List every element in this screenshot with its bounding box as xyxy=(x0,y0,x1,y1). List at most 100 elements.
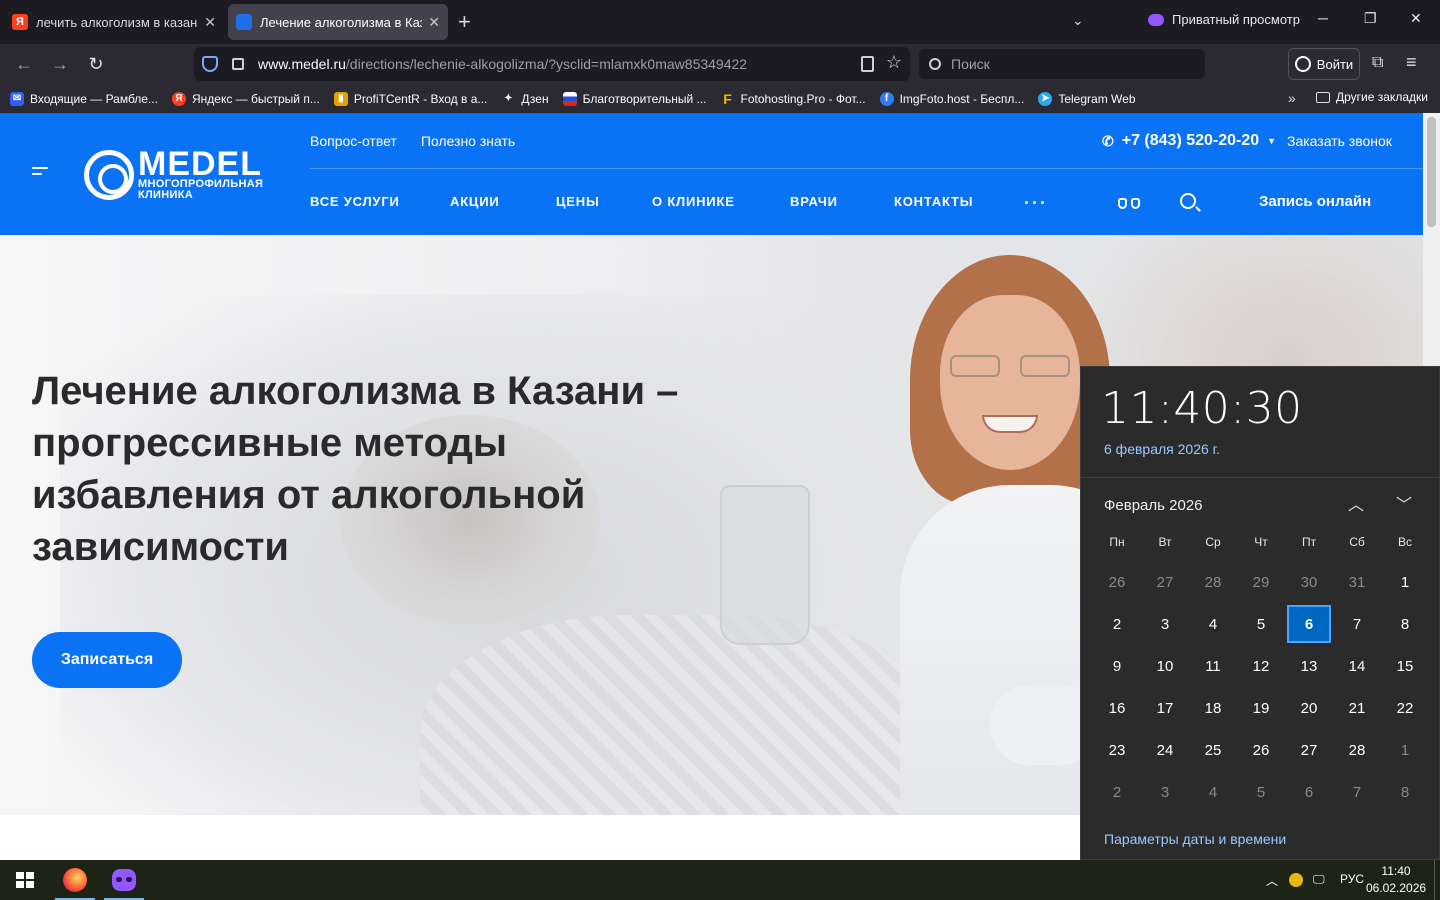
url-text[interactable]: www.medel.ru/directions/lechenie-alkogol… xyxy=(258,56,747,72)
close-window-icon[interactable]: ✕ xyxy=(1410,10,1422,27)
bookmark-item[interactable]: ✦ Дзен xyxy=(501,91,549,106)
nav-promotions[interactable]: АКЦИИ xyxy=(450,194,556,209)
more-nav-icon[interactable]: ··· xyxy=(1024,193,1048,214)
bookmark-item[interactable]: Благотворительный ... xyxy=(562,91,707,106)
calendar-day[interactable]: 8 xyxy=(1381,603,1429,645)
nav-contacts[interactable]: КОНТАКТЫ xyxy=(894,194,973,209)
calendar-day[interactable]: 14 xyxy=(1333,645,1381,687)
calendar-day[interactable]: 21 xyxy=(1333,687,1381,729)
calendar-day[interactable]: 26 xyxy=(1237,729,1285,771)
calendar-day[interactable]: 30 xyxy=(1285,561,1333,603)
calendar-day[interactable]: 10 xyxy=(1141,645,1189,687)
reader-view-icon[interactable] xyxy=(861,56,874,72)
callback-link[interactable]: Заказать звонок xyxy=(1287,133,1392,149)
phone-number[interactable]: ✆ +7 (843) 520-20-20 ▼ xyxy=(1102,132,1276,150)
bookmark-item[interactable]: Я Яндекс — быстрый п... xyxy=(171,91,320,106)
new-tab-icon[interactable]: + xyxy=(458,10,471,34)
clock-date-link[interactable]: 6 февраля 2026 г. xyxy=(1104,441,1220,457)
taskbar-clock[interactable]: 11:40 06.02.2026 xyxy=(1366,863,1426,897)
firefox-taskbar-app[interactable] xyxy=(55,860,95,900)
other-bookmarks[interactable]: Другие закладки xyxy=(1316,90,1428,104)
date-time-settings-link[interactable]: Параметры даты и времени xyxy=(1104,831,1286,847)
nav-doctors[interactable]: ВРАЧИ xyxy=(790,194,894,209)
calendar-day[interactable]: 24 xyxy=(1141,729,1189,771)
link-useful[interactable]: Полезно знать xyxy=(421,133,515,149)
login-button[interactable]: Войти xyxy=(1288,48,1360,80)
signup-button[interactable]: Записаться xyxy=(32,632,182,688)
bookmark-star-icon[interactable]: ☆ xyxy=(886,52,902,73)
chevron-down-icon[interactable]: ▼ xyxy=(1267,136,1276,146)
calendar-day[interactable]: 16 xyxy=(1093,687,1141,729)
minimize-icon[interactable]: ─ xyxy=(1318,10,1328,26)
calendar-day[interactable]: 13 xyxy=(1285,645,1333,687)
bookmark-item[interactable]: ▮ ProfiTCentR - Вход в а... xyxy=(333,91,487,106)
calendar-day[interactable]: 20 xyxy=(1285,687,1333,729)
nav-prices[interactable]: ЦЕНЫ xyxy=(556,194,652,209)
calendar-day[interactable]: 11 xyxy=(1189,645,1237,687)
nav-all-services[interactable]: ВСЕ УСЛУГИ xyxy=(310,194,450,209)
nav-about[interactable]: О КЛИНИКЕ xyxy=(652,194,790,209)
calendar-day[interactable]: 18 xyxy=(1189,687,1237,729)
calendar-day[interactable]: 5 xyxy=(1237,771,1285,813)
calendar-day[interactable]: 3 xyxy=(1141,603,1189,645)
network-icon[interactable]: 🖵 xyxy=(1313,872,1325,887)
calendar-day[interactable]: 28 xyxy=(1189,561,1237,603)
calendar-day-today[interactable]: 6 xyxy=(1287,605,1331,643)
chevron-down-icon[interactable]: ﹀ xyxy=(1393,495,1415,517)
bookmark-item[interactable]: ➤ Telegram Web xyxy=(1038,91,1136,106)
calendar-day[interactable]: 25 xyxy=(1189,729,1237,771)
calendar-day[interactable]: 7 xyxy=(1333,771,1381,813)
search-box[interactable] xyxy=(919,49,1205,79)
calendar-day[interactable]: 6 xyxy=(1285,771,1333,813)
tracking-protection-icon[interactable] xyxy=(202,56,218,72)
calendar-day[interactable]: 7 xyxy=(1333,603,1381,645)
chevron-up-icon[interactable]: ︿ xyxy=(1266,872,1278,889)
show-desktop-button[interactable] xyxy=(1434,860,1435,900)
chevron-up-icon[interactable]: ︿ xyxy=(1345,495,1367,517)
calendar-day[interactable]: 15 xyxy=(1381,645,1429,687)
calendar-day[interactable]: 2 xyxy=(1093,771,1141,813)
search-icon[interactable] xyxy=(1180,193,1196,209)
calendar-day[interactable]: 27 xyxy=(1141,561,1189,603)
calendar-day[interactable]: 22 xyxy=(1381,687,1429,729)
bookmark-item[interactable]: ✉ Входящие — Рамбле... xyxy=(10,91,158,106)
extensions-icon[interactable]: ⧉ xyxy=(1372,54,1383,72)
firefox-private-taskbar-app[interactable] xyxy=(104,860,144,900)
restore-icon[interactable]: ❐ xyxy=(1364,10,1377,27)
calendar-day[interactable]: 26 xyxy=(1093,561,1141,603)
close-tab-icon[interactable]: ✕ xyxy=(204,14,216,31)
calendar-day[interactable]: 19 xyxy=(1237,687,1285,729)
more-bookmarks-icon[interactable]: » xyxy=(1288,90,1296,106)
calendar-day[interactable]: 29 xyxy=(1237,561,1285,603)
hamburger-menu-icon[interactable]: ≡ xyxy=(1406,52,1417,73)
bookmark-item[interactable]: f ImgFoto.host - Беспл... xyxy=(879,91,1024,106)
reload-icon[interactable]: ↻ xyxy=(84,52,108,76)
lock-icon[interactable] xyxy=(232,58,244,70)
calendar-day[interactable]: 17 xyxy=(1141,687,1189,729)
calendar-day[interactable]: 12 xyxy=(1237,645,1285,687)
calendar-day[interactable]: 27 xyxy=(1285,729,1333,771)
calendar-day[interactable]: 1 xyxy=(1381,561,1429,603)
calendar-month[interactable]: Февраль 2026 xyxy=(1104,497,1203,514)
medel-logo[interactable]: MEDEL МНОГОПРОФИЛЬНАЯ КЛИНИКА xyxy=(84,147,263,201)
calendar-day[interactable]: 28 xyxy=(1333,729,1381,771)
language-indicator[interactable]: РУС xyxy=(1340,872,1364,886)
forward-icon[interactable]: → xyxy=(48,52,72,76)
calendar-day[interactable]: 5 xyxy=(1237,603,1285,645)
tray-app-icon[interactable] xyxy=(1289,873,1303,887)
link-faq[interactable]: Вопрос-ответ xyxy=(310,133,397,149)
low-vision-glasses-icon[interactable] xyxy=(1117,195,1141,211)
chevron-down-icon[interactable]: ⌄ xyxy=(1072,12,1084,29)
online-booking-button[interactable]: Запись онлайн xyxy=(1259,193,1371,210)
tab-medel-active[interactable]: Лечение алкоголизма в Казани ✕ xyxy=(228,4,448,40)
tab-yandex-search[interactable]: Я лечить алкоголизм в казани — ✕ xyxy=(4,4,224,40)
calendar-day[interactable]: 4 xyxy=(1189,603,1237,645)
calendar-day[interactable]: 1 xyxy=(1381,729,1429,771)
search-input[interactable] xyxy=(951,56,1191,72)
calendar-day[interactable]: 23 xyxy=(1093,729,1141,771)
bookmark-item[interactable]: F Fotohosting.Pro - Фот... xyxy=(721,91,865,107)
calendar-day[interactable]: 2 xyxy=(1093,603,1141,645)
address-bar[interactable]: www.medel.ru/directions/lechenie-alkogol… xyxy=(194,47,910,81)
calendar-day[interactable]: 9 xyxy=(1093,645,1141,687)
windows-start-icon[interactable] xyxy=(16,872,34,888)
